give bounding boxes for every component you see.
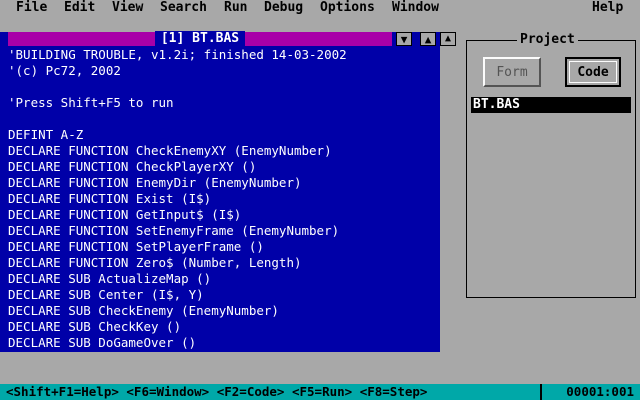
code-line: 'Press Shift+F5 to run	[8, 95, 174, 110]
project-file-item[interactable]: BT.BAS	[471, 97, 631, 113]
code-line: DEFINT A-Z	[8, 127, 84, 142]
status-shortcuts: <Shift+F1=Help> <F6=Window> <F2=Code> <F…	[6, 384, 428, 399]
menu-search[interactable]: Search	[160, 0, 207, 16]
scroll-down-button[interactable]: ▼	[396, 32, 412, 46]
menu-edit[interactable]: Edit	[64, 0, 95, 16]
editor-title-bar[interactable]: [1] BT.BAS	[8, 31, 392, 46]
code-line: DECLARE FUNCTION SetEnemyFrame (EnemyNum…	[8, 223, 340, 238]
code-line: DECLARE FUNCTION CheckEnemyXY (EnemyNumb…	[8, 143, 332, 158]
status-bar: <Shift+F1=Help> <F6=Window> <F2=Code> <F…	[0, 384, 640, 400]
menu-debug[interactable]: Debug	[264, 0, 303, 16]
code-line: DECLARE SUB DoGameOver ()	[8, 335, 197, 350]
code-line: DECLARE SUB Center (I$, Y)	[8, 287, 204, 302]
project-title: Project	[517, 32, 578, 48]
scroll-up-button[interactable]: ▲	[420, 32, 436, 46]
code-line: DECLARE SUB CheckEnemy (EnemyNumber)	[8, 303, 279, 318]
menu-bar: File Edit View Search Run Debug Options …	[0, 0, 640, 16]
code-line: DECLARE FUNCTION EnemyDir (EnemyNumber)	[8, 175, 302, 190]
vertical-scrollbar[interactable]: ▲	[440, 32, 456, 352]
code-line: DECLARE FUNCTION Zero$ (Number, Length)	[8, 255, 302, 270]
code-line: 'BUILDING TROUBLE, v1.2i; finished 14-03…	[8, 47, 347, 62]
code-editor-window[interactable]: [1] BT.BAS ▼ ▲ 'BUILDING TROUBLE, v1.2i;…	[0, 31, 440, 352]
code-line: DECLARE FUNCTION SetPlayerFrame ()	[8, 239, 264, 254]
code-line: DECLARE SUB CheckKey ()	[8, 319, 182, 334]
menu-view[interactable]: View	[112, 0, 143, 16]
cursor-position: 00001:001	[540, 384, 640, 400]
project-panel: Project Form Code BT.BAS	[466, 32, 636, 298]
menu-file[interactable]: File	[16, 0, 47, 16]
form-button[interactable]: Form	[483, 57, 541, 87]
menu-help[interactable]: Help	[592, 0, 623, 16]
scrollbar-up-arrow-icon[interactable]: ▲	[440, 32, 456, 46]
code-line: '(c) Pc72, 2002	[8, 63, 121, 78]
menu-window[interactable]: Window	[392, 0, 439, 16]
code-line: DECLARE FUNCTION GetInput$ (I$)	[8, 207, 242, 222]
code-line: DECLARE FUNCTION CheckPlayerXY ()	[8, 159, 257, 174]
code-line: DECLARE SUB ActualizeMap ()	[8, 271, 212, 286]
menu-run[interactable]: Run	[224, 0, 247, 16]
editor-title: [1] BT.BAS	[154, 31, 246, 46]
code-button[interactable]: Code	[565, 57, 621, 87]
code-area[interactable]: 'BUILDING TROUBLE, v1.2i; finished 14-03…	[8, 47, 440, 352]
code-line: DECLARE FUNCTION Exist (I$)	[8, 191, 212, 206]
menu-options[interactable]: Options	[320, 0, 375, 16]
